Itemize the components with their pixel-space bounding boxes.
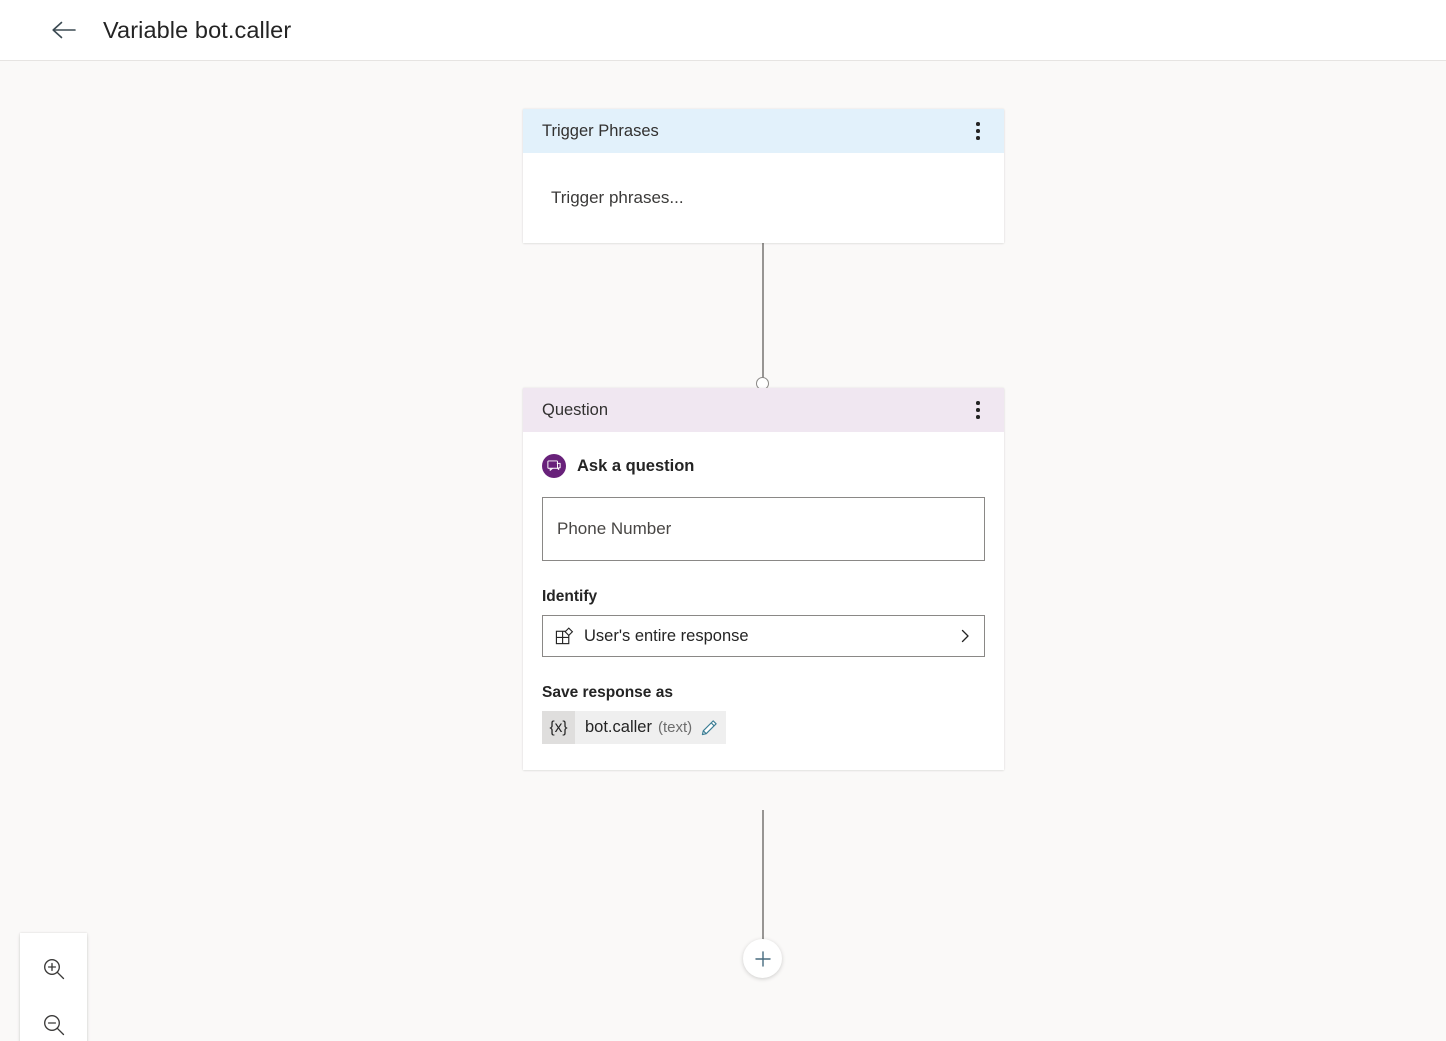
node-title-trigger: Trigger Phrases <box>542 121 659 140</box>
more-vertical-icon <box>976 401 980 405</box>
more-vertical-icon <box>976 129 980 133</box>
chevron-right-icon <box>957 628 973 644</box>
edit-variable-button[interactable] <box>692 711 726 744</box>
identify-picker[interactable]: User's entire response <box>542 615 985 657</box>
variable-name: bot.caller <box>585 718 652 736</box>
variable-badge: {x} <box>542 711 575 744</box>
flow-canvas[interactable]: Trigger Phrases Trigger phrases... Quest… <box>0 61 1446 1041</box>
node-menu-button-question[interactable] <box>964 395 992 425</box>
trigger-phrases-placeholder: Trigger phrases... <box>551 188 684 207</box>
more-vertical-icon <box>976 415 980 419</box>
plus-icon <box>753 949 773 969</box>
ask-a-question-label: Ask a question <box>577 456 695 475</box>
identify-value: User's entire response <box>584 626 749 645</box>
identify-label: Identify <box>542 588 598 605</box>
entity-icon <box>555 626 574 646</box>
back-button[interactable] <box>44 10 84 50</box>
more-vertical-icon <box>976 408 980 412</box>
node-question[interactable]: Question Ask a question Phone Number Ide… <box>523 388 1004 770</box>
variable-type: (text) <box>657 719 693 736</box>
zoom-out-icon <box>41 1012 67 1038</box>
node-menu-button-trigger[interactable] <box>964 116 992 146</box>
node-body-question: Ask a question Identify User's entire re… <box>523 432 1004 770</box>
add-node-button[interactable] <box>743 939 782 978</box>
node-header-question: Question <box>523 388 1004 432</box>
connector-trigger-to-question <box>762 237 764 384</box>
question-text-input[interactable] <box>542 497 985 561</box>
node-title-question: Question <box>542 400 609 419</box>
app-header: Variable bot.caller <box>0 0 1446 61</box>
ask-a-question-row: Ask a question <box>542 454 985 478</box>
node-trigger-phrases[interactable]: Trigger Phrases Trigger phrases... <box>523 109 1004 243</box>
save-response-as-label: Save response as <box>542 684 673 701</box>
pencil-icon <box>700 719 718 737</box>
node-body-trigger[interactable]: Trigger phrases... <box>523 153 1004 243</box>
page-title: Variable bot.caller <box>103 16 292 43</box>
question-bubble-icon <box>542 454 566 478</box>
variable-chip[interactable]: {x} bot.caller (text) <box>542 711 727 744</box>
zoom-in-button[interactable] <box>26 941 82 997</box>
more-vertical-icon <box>976 122 980 126</box>
zoom-out-button[interactable] <box>26 997 82 1041</box>
node-header-trigger: Trigger Phrases <box>523 109 1004 153</box>
zoom-controls-panel <box>20 933 87 1041</box>
more-vertical-icon <box>976 136 980 140</box>
connector-question-to-add <box>762 810 764 940</box>
arrow-left-icon <box>51 20 77 40</box>
zoom-in-icon <box>41 956 67 982</box>
